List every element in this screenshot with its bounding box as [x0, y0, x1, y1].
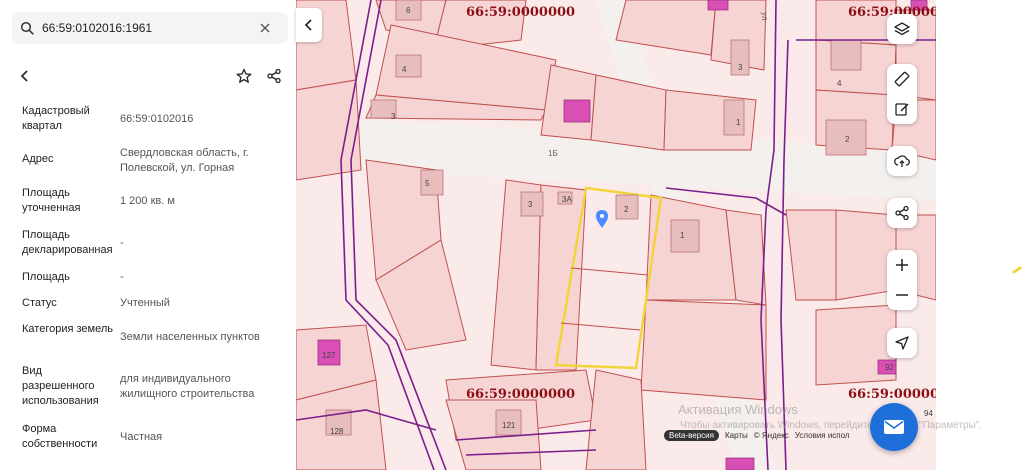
info-key: Кадастровый квартал [22, 105, 90, 132]
info-key: Статус [22, 297, 57, 309]
info-value: Свердловская область, г. Полевской, ул. … [120, 147, 249, 174]
house-number: 1 [736, 118, 741, 127]
house-number: 3 [738, 63, 743, 72]
house-number: 92 [885, 363, 894, 372]
info-value: Учтенный [120, 297, 170, 309]
info-value: 1 200 кв. м [120, 195, 175, 207]
feedback-button[interactable] [870, 403, 918, 451]
house-number: 4 [402, 65, 407, 74]
chevron-left-icon [304, 19, 312, 31]
ruler-icon[interactable] [887, 64, 917, 94]
favorite-star-icon[interactable] [236, 68, 252, 89]
house-number: 1 [680, 231, 685, 240]
info-value: - [120, 237, 124, 249]
page-margin [936, 0, 1023, 470]
collapse-sidebar-button[interactable] [296, 8, 322, 42]
parcels [296, 0, 936, 470]
quarter-label: 66:59:0000000 [848, 387, 936, 402]
house-number: 2 [624, 205, 629, 214]
clear-search-icon[interactable] [252, 23, 278, 33]
info-key: Адрес [22, 153, 54, 165]
info-value: Земли населенных пунктов [120, 331, 260, 343]
street-label: ул [760, 12, 769, 21]
zoom-out-icon[interactable] [887, 280, 917, 310]
search-icon [12, 21, 42, 35]
share-map-icon[interactable] [887, 198, 917, 228]
geolocation-icon[interactable] [887, 328, 917, 358]
house-number: 94 [924, 409, 933, 418]
house-number: 3 [528, 200, 533, 209]
windows-activation-watermark: Активация Windows [678, 402, 798, 417]
info-value: для индивидуального жилищного строительс… [120, 373, 255, 400]
zoom-in-icon[interactable] [887, 250, 917, 280]
card-header [12, 66, 288, 90]
zoom-control [887, 250, 917, 310]
layers-control[interactable] [887, 14, 917, 44]
house-number: 127 [322, 351, 336, 360]
location-pin-icon [595, 210, 609, 228]
edit-icon[interactable] [887, 94, 917, 124]
beta-badge: Beta-версия [664, 429, 719, 441]
info-key: Вид разрешенного использования [22, 365, 99, 407]
cadastral-map[interactable]: 66:59:0000000 66:59:0000000 66:59:000000… [296, 0, 936, 470]
info-value: 66:59:0102016 [120, 113, 194, 125]
house-number: 3А [562, 195, 572, 204]
layers-icon[interactable] [887, 14, 917, 44]
street-label: 1Б [548, 149, 558, 158]
info-value: Частная [120, 431, 163, 443]
upload-control[interactable] [887, 146, 917, 176]
search-bar [12, 12, 288, 44]
parcel-divider [570, 267, 649, 276]
info-key: Площадь декларированная [22, 229, 113, 256]
info-sidebar: Кадастровый квартал 66:59:0102016 Адрес … [0, 0, 296, 470]
back-arrow-icon[interactable] [18, 68, 32, 89]
upload-icon[interactable] [887, 146, 917, 176]
info-key: Площадь уточненная [22, 187, 81, 214]
house-number: 121 [502, 421, 516, 430]
house-number: 4 [837, 79, 842, 88]
yandex-copyright: © Яндекс [753, 430, 789, 440]
search-input[interactable] [42, 21, 252, 35]
info-key: Категория земель [22, 323, 113, 335]
house-number: 128 [330, 427, 344, 436]
maps-link[interactable]: Карты [725, 431, 748, 440]
house-number: 3 [391, 112, 396, 121]
mail-icon [884, 420, 904, 434]
info-key: Площадь [22, 271, 70, 283]
terms-link[interactable]: Условия испол [795, 431, 850, 440]
geolocation-control[interactable] [887, 328, 917, 358]
share-icon[interactable] [266, 68, 282, 89]
house-number: 2 [845, 135, 850, 144]
map-canvas: 66:59:0000000 66:59:0000000 66:59:000000… [296, 0, 936, 470]
measure-tools [887, 64, 917, 124]
house-number: 6 [406, 6, 411, 15]
map-attribution: Beta-версия Карты © Яндекс Условия испол [664, 428, 856, 442]
quarter-label: 66:59:0000000 [466, 387, 575, 402]
quarter-label: 66:59:0000000 [466, 5, 575, 20]
info-key: Форма собственности [22, 423, 98, 450]
info-value: - [120, 271, 124, 283]
share-map-control[interactable] [887, 198, 917, 228]
house-number: 5 [425, 179, 430, 188]
